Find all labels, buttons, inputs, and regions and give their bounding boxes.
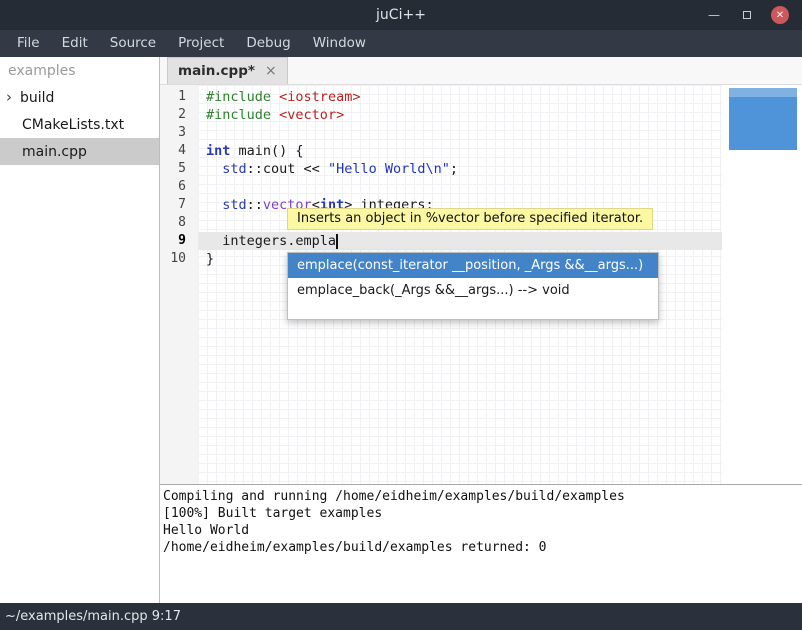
line-number: 1 <box>160 88 198 106</box>
scrollbar-range-top <box>729 88 797 97</box>
menu-item-window[interactable]: Window <box>302 30 377 57</box>
line-number: 4 <box>160 142 198 160</box>
restore-icon <box>743 11 751 19</box>
line-number: 5 <box>160 160 198 178</box>
line-number: 8 <box>160 214 198 232</box>
file-browser: examples ›build CMakeLists.txt main.cpp <box>0 57 160 603</box>
code-text <box>198 214 206 232</box>
terminal-line: /home/eidheim/examples/build/examples re… <box>160 539 802 556</box>
close-icon: ✕ <box>776 10 784 21</box>
menu-item-edit[interactable]: Edit <box>51 30 99 57</box>
scrollbar-overview[interactable] <box>729 88 797 150</box>
menu-item-debug[interactable]: Debug <box>235 30 301 57</box>
close-button[interactable]: ✕ <box>771 6 789 24</box>
completion-item[interactable]: emplace_back(_Args &&__args...) --> void <box>288 278 658 303</box>
scrollbar-thumb[interactable] <box>729 97 797 150</box>
restore-button[interactable] <box>738 6 756 24</box>
code-text: std::cout << "Hello World\n"; <box>198 160 458 178</box>
terminal-panel[interactable]: Compiling and running /home/eidheim/exam… <box>160 484 802 603</box>
tabbar: main.cpp* × <box>160 57 802 85</box>
chevron-right-icon[interactable]: › <box>0 90 18 105</box>
editor[interactable]: 1#include <iostream>2#include <vector>34… <box>160 85 802 484</box>
menu-item-project[interactable]: Project <box>167 30 235 57</box>
completion-filler <box>288 303 658 319</box>
status-location: ~/examples/main.cpp 9:17 <box>5 609 181 624</box>
menu-item-file[interactable]: File <box>6 30 51 57</box>
sidebar-header: examples <box>0 57 159 84</box>
sidebar-item-main.cpp[interactable]: main.cpp <box>0 138 159 165</box>
code-line-3[interactable]: 3 <box>160 124 802 142</box>
minimize-button[interactable]: — <box>705 6 723 24</box>
editor-pane: main.cpp* × 1#include <iostream>2#include… <box>160 57 802 603</box>
sidebar-item-label: CMakeLists.txt <box>0 117 124 133</box>
statusbar: ~/examples/main.cpp 9:17 <box>0 603 802 630</box>
menu-item-source[interactable]: Source <box>99 30 167 57</box>
doc-tooltip: Inserts an object in %vector before spec… <box>287 208 653 230</box>
code-line-2[interactable]: 2#include <vector> <box>160 106 802 124</box>
completion-list: emplace(const_iterator __position, _Args… <box>288 253 658 303</box>
line-number: 7 <box>160 196 198 214</box>
line-number: 9 <box>160 232 198 250</box>
main-content: examples ›build CMakeLists.txt main.cpp ma… <box>0 57 802 603</box>
code-lines: 1#include <iostream>2#include <vector>34… <box>160 85 802 268</box>
titlebar[interactable]: juCi++ —✕ <box>0 0 802 30</box>
window-controls: —✕ <box>705 6 802 24</box>
text-cursor <box>336 234 338 249</box>
code-text <box>198 178 206 196</box>
window-title: juCi++ <box>0 7 802 23</box>
completion-item[interactable]: emplace(const_iterator __position, _Args… <box>288 253 658 278</box>
menubar: FileEditSourceProjectDebugWindow <box>0 30 802 57</box>
minimize-icon: — <box>708 8 720 22</box>
code-text: integers.empla <box>198 232 338 250</box>
code-line-9[interactable]: 9 integers.empla <box>160 232 802 250</box>
line-number: 6 <box>160 178 198 196</box>
completion-popup: emplace(const_iterator __position, _Args… <box>287 252 659 320</box>
code-line-4[interactable]: 4int main() { <box>160 142 802 160</box>
app-window: juCi++ —✕ FileEditSourceProjectDebugWind… <box>0 0 802 630</box>
line-number: 3 <box>160 124 198 142</box>
code-line-5[interactable]: 5 std::cout << "Hello World\n"; <box>160 160 802 178</box>
tab-close-icon[interactable]: × <box>265 63 277 79</box>
sidebar-item-label: main.cpp <box>0 144 87 160</box>
terminal-output: Compiling and running /home/eidheim/exam… <box>160 485 802 556</box>
sidebar-list: ›build CMakeLists.txt main.cpp <box>0 84 159 165</box>
code-text: int main() { <box>198 142 304 160</box>
code-line-1[interactable]: 1#include <iostream> <box>160 88 802 106</box>
terminal-line: Compiling and running /home/eidheim/exam… <box>160 488 802 505</box>
terminal-line: Hello World <box>160 522 802 539</box>
line-number: 10 <box>160 250 198 268</box>
line-number: 2 <box>160 106 198 124</box>
code-line-6[interactable]: 6 <box>160 178 802 196</box>
code-text <box>198 124 206 142</box>
sidebar-item-cmakelists.txt[interactable]: CMakeLists.txt <box>0 111 159 138</box>
tab-label: main.cpp* <box>178 63 255 79</box>
terminal-line: [100%] Built target examples <box>160 505 802 522</box>
code-text: } <box>198 250 214 268</box>
tab-main.cpp[interactable]: main.cpp* × <box>167 57 288 84</box>
sidebar-item-build[interactable]: ›build <box>0 84 159 111</box>
code-text: #include <iostream> <box>198 88 360 106</box>
sidebar-item-label: build <box>18 90 54 106</box>
code-text: #include <vector> <box>198 106 344 124</box>
